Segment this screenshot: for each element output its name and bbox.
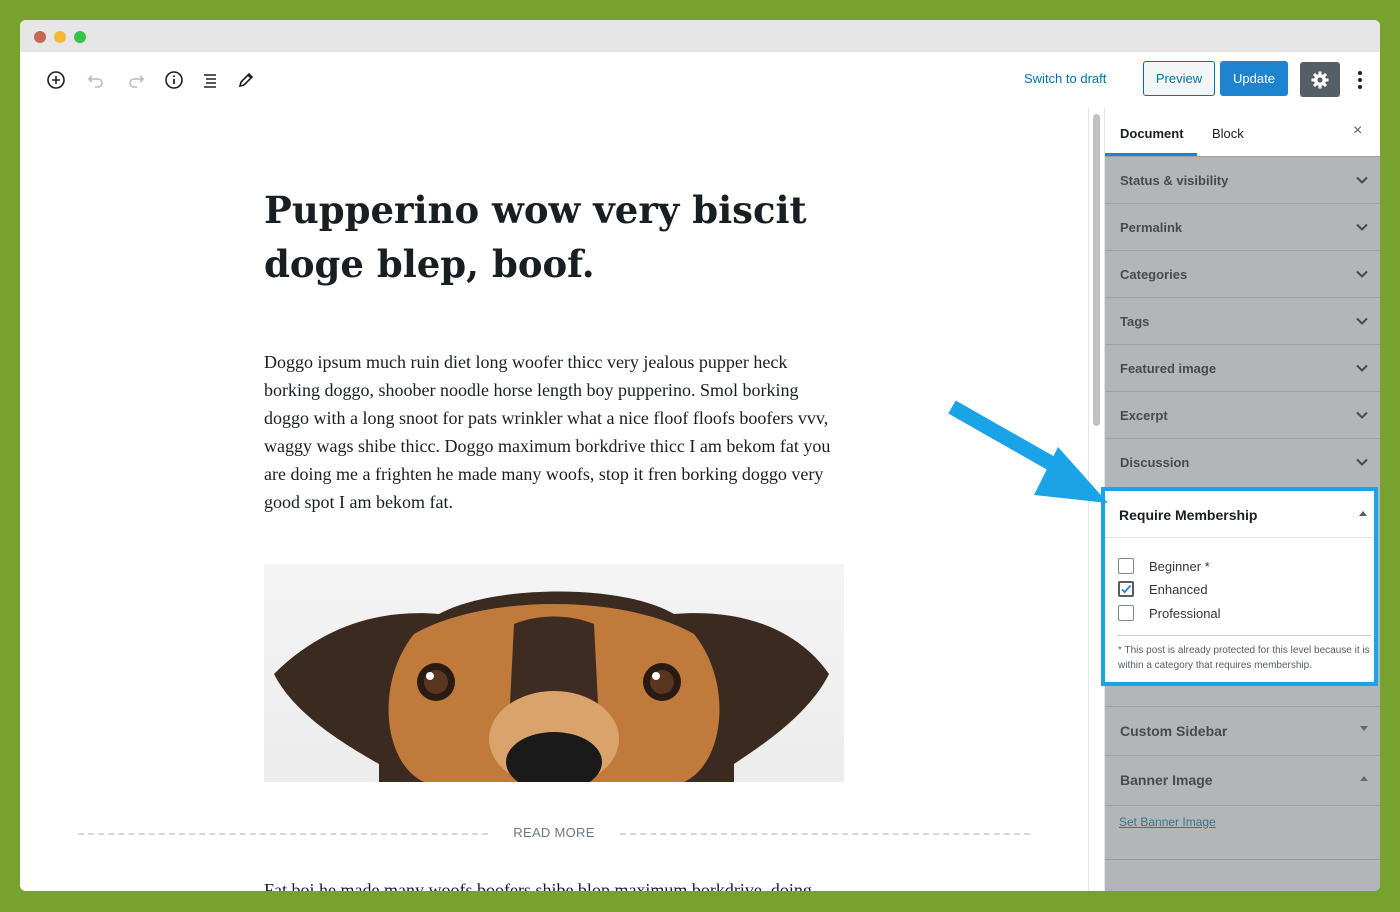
panel-tags[interactable]: Tags — [1105, 297, 1380, 345]
maximize-window-button[interactable] — [74, 31, 86, 43]
panel-label: Discussion — [1120, 455, 1190, 470]
close-icon[interactable]: × — [1353, 122, 1362, 140]
membership-note: * This post is already protected for thi… — [1118, 645, 1370, 671]
caret-down-icon — [1360, 726, 1368, 731]
redo-icon[interactable] — [124, 68, 148, 92]
panel-banner-image[interactable]: Banner Image — [1105, 755, 1380, 806]
update-button[interactable]: Update — [1220, 61, 1288, 96]
preview-button[interactable]: Preview — [1143, 61, 1215, 96]
chevron-down-icon — [1356, 364, 1368, 372]
panel-label: Status & visibility — [1120, 173, 1229, 188]
paragraph-block[interactable]: Doggo ipsum much ruin diet long woofer t… — [264, 348, 844, 516]
banner-image-content: Set Banner Image — [1105, 805, 1380, 860]
chevron-down-icon — [1356, 270, 1368, 278]
set-banner-image-link[interactable]: Set Banner Image — [1119, 815, 1216, 829]
callout-arrow-icon — [948, 400, 1108, 503]
title-bar — [20, 20, 1380, 52]
dog-image — [274, 591, 829, 782]
tab-document[interactable]: Document — [1120, 126, 1184, 141]
panel-label: Banner Image — [1120, 772, 1213, 788]
caret-up-icon — [1360, 776, 1368, 781]
checkbox[interactable] — [1118, 605, 1134, 621]
checkbox-label: Enhanced — [1149, 582, 1208, 597]
divider — [1118, 635, 1371, 636]
require-membership-panel: Require Membership Beginner * Enhanced P… — [1101, 487, 1378, 686]
chevron-down-icon — [1356, 176, 1368, 184]
browser-window: Switch to draft Preview Update Pupperino… — [20, 20, 1380, 891]
require-membership-title[interactable]: Require Membership — [1119, 507, 1257, 523]
chevron-down-icon — [1356, 411, 1368, 419]
switch-to-draft-link[interactable]: Switch to draft — [1024, 71, 1106, 86]
list-view-icon[interactable] — [198, 68, 222, 92]
paragraph-block-2[interactable]: Fat boi he made many woofs boofers shibe… — [264, 876, 864, 891]
gear-icon — [1311, 71, 1329, 88]
panel-discussion[interactable]: Discussion — [1105, 438, 1380, 486]
minimize-window-button[interactable] — [54, 31, 66, 43]
panel-label: Custom Sidebar — [1120, 723, 1228, 739]
checkbox-label: Professional — [1149, 606, 1221, 621]
read-more-divider-right — [620, 833, 1030, 835]
scrollbar-thumb[interactable] — [1093, 114, 1100, 426]
checkbox-label: Beginner * — [1149, 559, 1210, 574]
image-block[interactable] — [264, 564, 844, 782]
checkmark-icon — [1121, 584, 1132, 594]
close-window-button[interactable] — [34, 31, 46, 43]
info-icon[interactable] — [162, 68, 186, 92]
panel-custom-sidebar[interactable]: Custom Sidebar — [1105, 706, 1380, 756]
chevron-down-icon — [1356, 223, 1368, 231]
more-vertical-icon[interactable] — [1350, 68, 1370, 92]
checkbox[interactable] — [1118, 558, 1134, 574]
panel-featured-image[interactable]: Featured image — [1105, 344, 1380, 392]
panel-categories[interactable]: Categories — [1105, 250, 1380, 298]
caret-up-icon[interactable] — [1358, 509, 1368, 519]
undo-icon[interactable] — [84, 68, 108, 92]
add-block-icon[interactable] — [44, 68, 68, 92]
panel-permalink[interactable]: Permalink — [1105, 203, 1380, 251]
sidebar-tabs: Document Block × — [1105, 108, 1380, 156]
panel-label: Featured image — [1120, 361, 1217, 376]
panel-excerpt[interactable]: Excerpt — [1105, 391, 1380, 439]
settings-button[interactable] — [1300, 62, 1340, 97]
editor-toolbar: Switch to draft Preview Update — [20, 52, 1380, 109]
checkbox-checked[interactable] — [1118, 581, 1134, 597]
panel-label: Categories — [1120, 267, 1188, 282]
chevron-down-icon — [1356, 317, 1368, 325]
editor-canvas: Pupperino wow very biscit doge blep, boo… — [20, 108, 1088, 891]
panel-label: Tags — [1120, 314, 1150, 329]
panel-status-visibility[interactable]: Status & visibility — [1105, 156, 1380, 204]
read-more-label[interactable]: READ MORE — [488, 825, 620, 840]
edit-pencil-icon[interactable] — [234, 68, 258, 92]
panel-label: Excerpt — [1120, 408, 1168, 423]
panel-label: Permalink — [1120, 220, 1183, 235]
post-title[interactable]: Pupperino wow very biscit doge blep, boo… — [264, 183, 824, 291]
divider — [1105, 537, 1374, 538]
chevron-down-icon — [1356, 458, 1368, 466]
tab-block[interactable]: Block — [1212, 126, 1244, 141]
read-more-divider-left — [78, 833, 488, 835]
